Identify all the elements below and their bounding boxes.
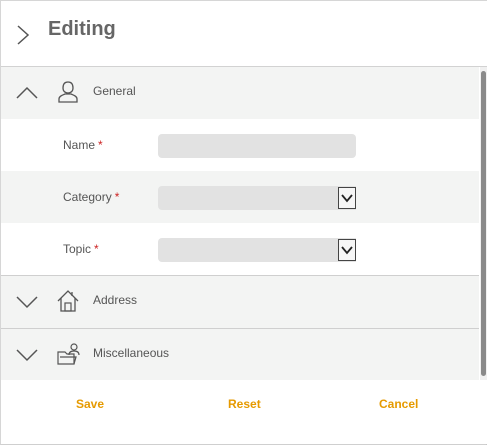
topic-select[interactable]	[158, 238, 356, 262]
section-general-label: General	[93, 84, 136, 98]
required-marker: *	[114, 190, 120, 204]
user-icon	[56, 79, 80, 105]
editing-panel: Editing General Name * Category * Topic …	[0, 0, 487, 445]
vertical-scrollbar[interactable]	[480, 67, 487, 380]
scrollbar-thumb[interactable]	[481, 71, 486, 376]
chevron-up-icon[interactable]	[15, 81, 39, 105]
page-title: Editing	[48, 18, 116, 40]
topic-label: Topic *	[63, 242, 99, 256]
chevron-down-icon[interactable]	[338, 187, 356, 209]
required-marker: *	[98, 138, 103, 152]
chevron-right-icon[interactable]	[13, 23, 33, 47]
category-label: Category *	[63, 190, 120, 204]
required-marker: *	[94, 242, 99, 256]
field-row-category: Category *	[1, 171, 479, 223]
section-address-header[interactable]: Address	[1, 276, 479, 328]
panel-header: Editing	[1, 0, 487, 67]
form-content: General Name * Category * Topic * Addres…	[1, 67, 479, 381]
save-button[interactable]: Save	[76, 397, 104, 411]
chevron-down-icon[interactable]	[338, 239, 356, 261]
chevron-down-icon[interactable]	[15, 290, 39, 314]
field-row-name: Name *	[1, 119, 479, 171]
chevron-down-icon[interactable]	[15, 343, 39, 367]
name-label: Name *	[63, 138, 103, 152]
section-misc-label: Miscellaneous	[93, 346, 170, 360]
name-field[interactable]	[158, 134, 356, 158]
section-general-header[interactable]: General	[1, 67, 479, 119]
cancel-button[interactable]: Cancel	[379, 397, 418, 411]
home-icon	[56, 288, 80, 314]
folder-user-icon	[56, 341, 80, 367]
section-misc-header[interactable]: Miscellaneous	[1, 329, 479, 381]
field-row-topic: Topic *	[1, 223, 479, 275]
section-address-label: Address	[93, 293, 138, 307]
reset-button[interactable]: Reset	[228, 397, 261, 411]
category-select[interactable]	[158, 186, 356, 210]
form-footer: Save Reset Cancel	[1, 380, 487, 444]
